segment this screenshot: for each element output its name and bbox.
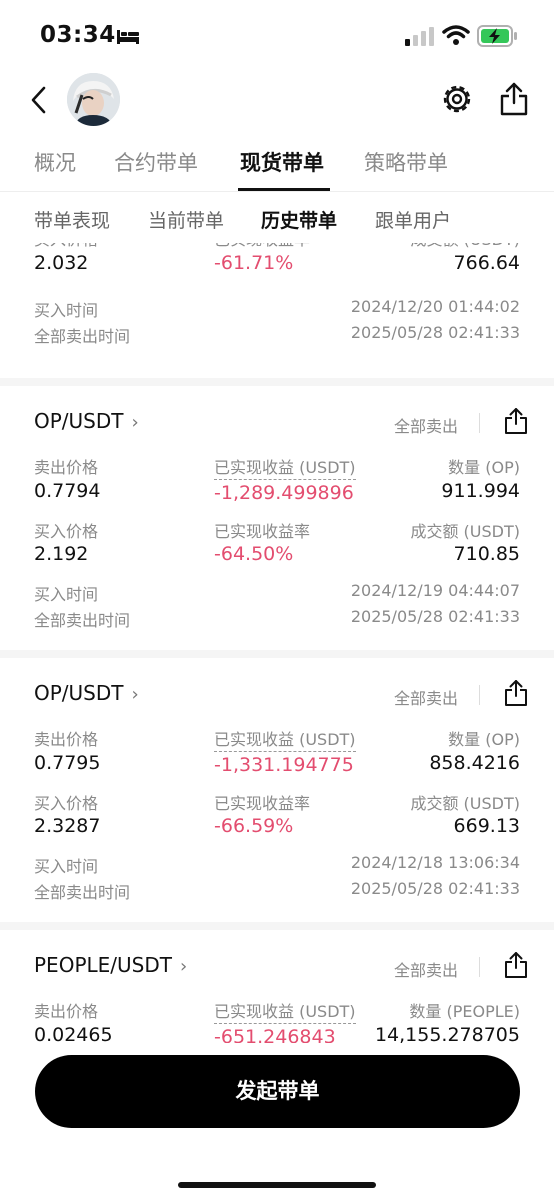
chevron-right-icon: › xyxy=(131,684,139,705)
buy-price-label: 买入价格 xyxy=(34,522,99,541)
main-tabs: 概况 合约带单 现货带单 策略带单 xyxy=(0,135,554,192)
tab-spot-copy[interactable]: 现货带单 xyxy=(240,147,324,177)
realized-rate-value: -64.50% xyxy=(214,543,294,565)
subtab-performance[interactable]: 带单表现 xyxy=(34,206,110,233)
subtab-current[interactable]: 当前带单 xyxy=(148,206,224,233)
sell-time-label: 全部卖出时间 xyxy=(34,327,131,346)
turnover-label: 成交额 (USDT) xyxy=(410,522,520,541)
tab-strategy-copy[interactable]: 策略带单 xyxy=(364,147,448,177)
history-card: PEOPLE/USDT › 全部卖出 卖出价格 已实现收益 (USDT) 数量 (… xyxy=(0,930,554,1043)
sold-all-label: 全部卖出 xyxy=(393,417,458,436)
avatar-image xyxy=(67,73,120,126)
buy-price-value: 2.032 xyxy=(34,252,89,274)
share-icon[interactable] xyxy=(504,951,528,979)
pair-name: OP/USDT xyxy=(34,681,124,705)
realized-pnl-value: -651.246843 xyxy=(214,1026,336,1043)
turnover-value: 766.64 xyxy=(453,252,520,274)
realized-pnl-label[interactable]: 已实现收益 (USDT) xyxy=(214,998,356,1024)
turnover-value: 669.13 xyxy=(453,815,520,837)
realized-pnl-value: -1,331.194775 xyxy=(214,754,354,776)
buy-time-value: 2024/12/18 13:06:34 xyxy=(350,853,520,872)
subtab-followers[interactable]: 跟单用户 xyxy=(375,206,451,233)
pair-name: PEOPLE/USDT xyxy=(34,953,172,977)
buy-price-value: 2.192 xyxy=(34,543,89,565)
realized-rate-label: 已实现收益率 xyxy=(214,243,310,250)
sell-price-label: 卖出价格 xyxy=(34,730,99,749)
buy-time-label: 买入时间 xyxy=(34,301,99,320)
history-card: 买入价格 已实现收益率 成交额 (USDT) 2.032 -61.71% 766… xyxy=(0,243,554,386)
turnover-label: 成交额 (USDT) xyxy=(410,243,520,250)
sold-all-label: 全部卖出 xyxy=(393,961,458,980)
quantity-label: 数量 (PEOPLE) xyxy=(409,1002,520,1021)
realized-pnl-label[interactable]: 已实现收益 (USDT) xyxy=(214,454,356,480)
chevron-right-icon: › xyxy=(131,412,139,433)
sell-time-value: 2025/05/28 02:41:33 xyxy=(350,607,520,626)
share-icon[interactable] xyxy=(499,82,529,116)
pair-title[interactable]: OP/USDT › xyxy=(34,409,139,433)
back-arrow-icon[interactable] xyxy=(28,85,50,115)
profile-header xyxy=(0,70,554,132)
divider xyxy=(479,413,480,433)
realized-rate-value: -66.59% xyxy=(214,815,294,837)
subtab-history[interactable]: 历史带单 xyxy=(261,206,337,233)
realized-pnl-label[interactable]: 已实现收益 (USDT) xyxy=(214,726,356,752)
sell-price-value: 0.02465 xyxy=(34,1024,113,1043)
status-bar: 03:34 xyxy=(0,0,554,70)
realized-rate-value: -61.71% xyxy=(214,252,294,274)
history-card: OP/USDT › 全部卖出 卖出价格 已实现收益 (USDT) 数量 (OP) … xyxy=(0,386,554,658)
chevron-right-icon: › xyxy=(179,956,188,977)
history-card: OP/USDT › 全部卖出 卖出价格 已实现收益 (USDT) 数量 (OP) … xyxy=(0,658,554,930)
quantity-label: 数量 (OP) xyxy=(448,458,520,477)
buy-time-label: 买入时间 xyxy=(34,585,99,604)
turnover-label: 成交额 (USDT) xyxy=(410,794,520,813)
sleep-focus-icon xyxy=(117,30,139,44)
battery-charging-icon xyxy=(477,25,517,47)
share-icon[interactable] xyxy=(504,679,528,707)
sell-time-value: 2025/05/28 02:41:33 xyxy=(350,323,520,342)
buy-price-value: 2.3287 xyxy=(34,815,101,837)
settings-gear-icon[interactable] xyxy=(440,82,474,116)
buy-price-label: 买入价格 xyxy=(34,243,98,250)
cellular-signal-icon xyxy=(405,27,434,46)
pair-name: OP/USDT xyxy=(34,409,124,433)
history-list[interactable]: 买入价格 已实现收益率 成交额 (USDT) 2.032 -61.71% 766… xyxy=(0,243,554,1043)
share-icon[interactable] xyxy=(504,407,528,435)
sell-time-label: 全部卖出时间 xyxy=(34,611,131,630)
quantity-value: 858.4216 xyxy=(429,752,520,774)
quantity-value: 14,155.278705 xyxy=(374,1024,520,1043)
buy-time-label: 买入时间 xyxy=(34,857,99,876)
quantity-value: 911.994 xyxy=(441,480,520,502)
home-indicator[interactable] xyxy=(178,1182,376,1188)
tab-overview[interactable]: 概况 xyxy=(34,147,76,177)
wifi-icon xyxy=(442,25,470,45)
sold-all-label: 全部卖出 xyxy=(393,689,458,708)
sub-tabs: 带单表现 当前带单 历史带单 跟单用户 xyxy=(0,193,554,243)
avatar[interactable] xyxy=(67,73,120,126)
divider xyxy=(479,957,480,977)
active-tab-indicator xyxy=(238,188,330,191)
divider xyxy=(479,685,480,705)
turnover-value: 710.85 xyxy=(453,543,520,565)
realized-rate-label: 已实现收益率 xyxy=(214,522,311,541)
realized-pnl-value: -1,289.499896 xyxy=(214,482,354,504)
sell-price-value: 0.7795 xyxy=(34,752,101,774)
start-copy-trade-button[interactable]: 发起带单 xyxy=(35,1055,520,1128)
buy-time-value: 2024/12/19 04:44:07 xyxy=(350,581,520,600)
realized-rate-label: 已实现收益率 xyxy=(214,794,311,813)
buy-price-label: 买入价格 xyxy=(34,794,99,813)
sell-price-label: 卖出价格 xyxy=(34,1002,99,1021)
pair-title[interactable]: PEOPLE/USDT › xyxy=(34,953,187,977)
sell-price-value: 0.7794 xyxy=(34,480,101,502)
sell-time-label: 全部卖出时间 xyxy=(34,883,131,902)
sell-time-value: 2025/05/28 02:41:33 xyxy=(350,879,520,898)
quantity-label: 数量 (OP) xyxy=(448,730,520,749)
sell-price-label: 卖出价格 xyxy=(34,458,99,477)
tab-futures-copy[interactable]: 合约带单 xyxy=(114,147,198,177)
pair-title[interactable]: OP/USDT › xyxy=(34,681,139,705)
status-time: 03:34 xyxy=(40,22,116,48)
buy-time-value: 2024/12/20 01:44:02 xyxy=(350,297,520,316)
